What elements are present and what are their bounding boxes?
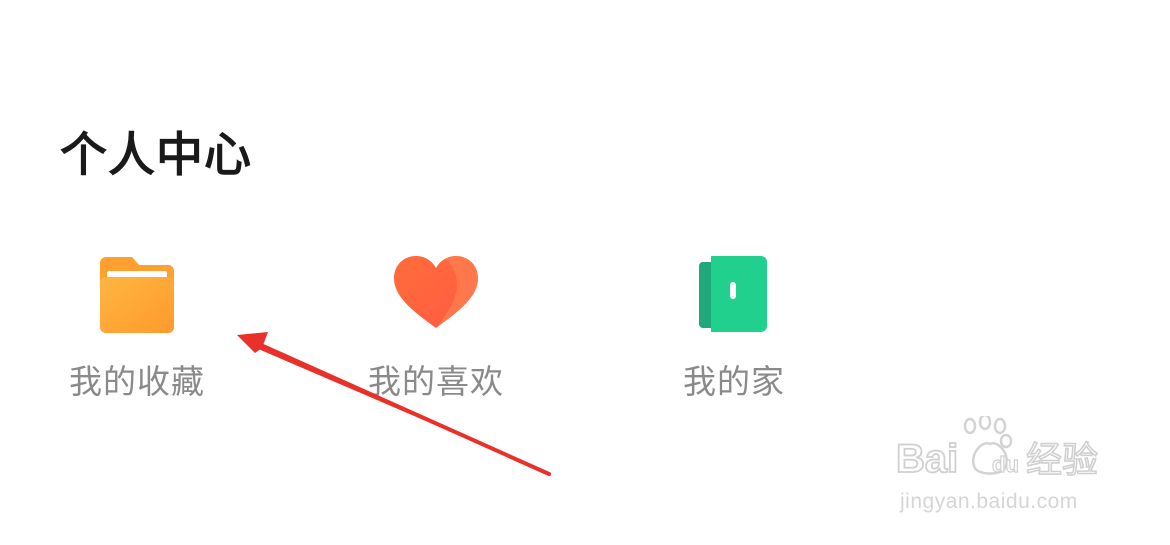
baidu-jingyan-watermark: Bai du 经验 jingyan.baidu.com [892, 416, 1122, 526]
section-title: 个人中心 [60, 128, 252, 183]
svg-text:Bai: Bai [896, 437, 958, 481]
door-icon [699, 256, 767, 332]
grid-item-home[interactable]: 我的家 [634, 250, 834, 410]
grid-item-label: 我的喜欢 [368, 362, 504, 401]
baidu-logo: Bai du 经验 [895, 416, 1099, 482]
folder-icon [100, 257, 174, 333]
grid-item-favorites[interactable]: 我的收藏 [37, 250, 237, 410]
watermark-url: jingyan.baidu.com [900, 490, 1078, 513]
svg-text:du: du [992, 452, 1019, 477]
grid-item-label: 我的家 [683, 362, 785, 401]
heart-icon [394, 256, 478, 328]
grid-item-likes[interactable]: 我的喜欢 [336, 250, 536, 410]
grid-item-label: 我的收藏 [69, 362, 205, 401]
svg-text:经验: 经验 [1026, 440, 1098, 481]
